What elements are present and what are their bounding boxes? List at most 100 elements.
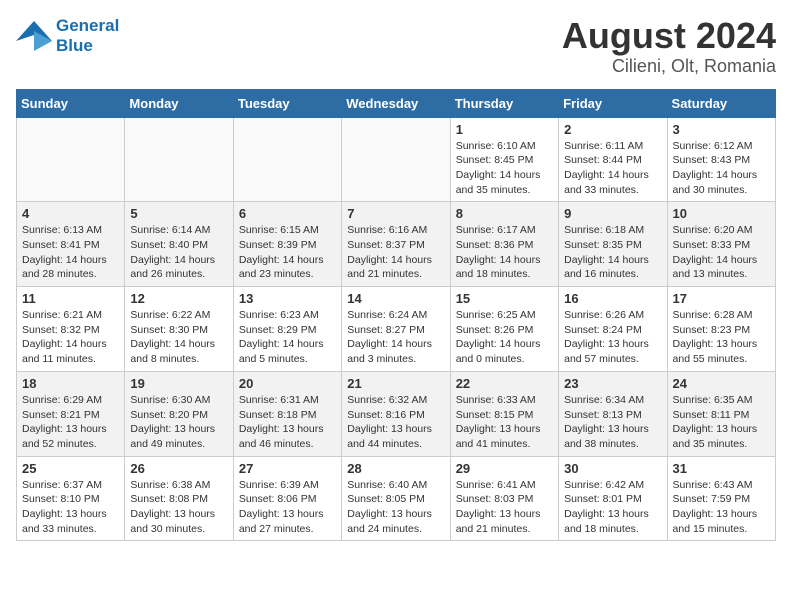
calendar-cell: 2 Sunrise: 6:11 AMSunset: 8:44 PMDaylight… (559, 117, 667, 202)
day-info: Sunrise: 6:24 AMSunset: 8:27 PMDaylight:… (347, 308, 444, 367)
week-row-1: 1 Sunrise: 6:10 AMSunset: 8:45 PMDaylight… (17, 117, 776, 202)
calendar-cell: 19 Sunrise: 6:30 AMSunset: 8:20 PMDayligh… (125, 371, 233, 456)
day-number: 11 (22, 291, 119, 306)
calendar-cell: 3 Sunrise: 6:12 AMSunset: 8:43 PMDaylight… (667, 117, 775, 202)
calendar-cell: 31 Sunrise: 6:43 AMSunset: 7:59 PMDayligh… (667, 456, 775, 541)
day-info: Sunrise: 6:37 AMSunset: 8:10 PMDaylight:… (22, 478, 119, 537)
calendar-cell: 5 Sunrise: 6:14 AMSunset: 8:40 PMDaylight… (125, 202, 233, 287)
title-block: August 2024 Cilieni, Olt, Romania (562, 16, 776, 77)
day-number: 9 (564, 206, 661, 221)
location-title: Cilieni, Olt, Romania (562, 56, 776, 77)
week-row-4: 18Sunrise: 6:29 AMSunset: 8:21 PMDayligh… (17, 371, 776, 456)
day-number: 29 (456, 461, 553, 476)
day-info: Sunrise: 6:15 AMSunset: 8:39 PMDaylight:… (239, 223, 336, 282)
weekday-header-monday: Monday (125, 89, 233, 117)
weekday-header-friday: Friday (559, 89, 667, 117)
calendar-cell: 7 Sunrise: 6:16 AMSunset: 8:37 PMDaylight… (342, 202, 450, 287)
calendar-cell: 15Sunrise: 6:25 AMSunset: 8:26 PMDayligh… (450, 287, 558, 372)
calendar-cell: 30 Sunrise: 6:42 AMSunset: 8:01 PMDayligh… (559, 456, 667, 541)
day-info: Sunrise: 6:18 AMSunset: 8:35 PMDaylight:… (564, 223, 661, 282)
day-number: 12 (130, 291, 227, 306)
calendar-cell: 21 Sunrise: 6:32 AMSunset: 8:16 PMDayligh… (342, 371, 450, 456)
day-info: Sunrise: 6:41 AMSunset: 8:03 PMDaylight:… (456, 478, 553, 537)
day-number: 3 (673, 122, 770, 137)
day-number: 10 (673, 206, 770, 221)
day-info: Sunrise: 6:17 AMSunset: 8:36 PMDaylight:… (456, 223, 553, 282)
weekday-header-wednesday: Wednesday (342, 89, 450, 117)
calendar-cell: 14Sunrise: 6:24 AMSunset: 8:27 PMDayligh… (342, 287, 450, 372)
week-row-5: 25 Sunrise: 6:37 AMSunset: 8:10 PMDayligh… (17, 456, 776, 541)
calendar-cell: 10 Sunrise: 6:20 AMSunset: 8:33 PMDayligh… (667, 202, 775, 287)
calendar-cell: 8 Sunrise: 6:17 AMSunset: 8:36 PMDaylight… (450, 202, 558, 287)
calendar-cell: 16Sunrise: 6:26 AMSunset: 8:24 PMDayligh… (559, 287, 667, 372)
day-number: 17 (673, 291, 770, 306)
day-info: Sunrise: 6:12 AMSunset: 8:43 PMDaylight:… (673, 139, 770, 198)
day-number: 5 (130, 206, 227, 221)
calendar-cell (233, 117, 341, 202)
weekday-header-row: SundayMondayTuesdayWednesdayThursdayFrid… (17, 89, 776, 117)
day-number: 2 (564, 122, 661, 137)
logo-text: General Blue (56, 16, 119, 56)
calendar-cell: 12 Sunrise: 6:22 AMSunset: 8:30 PMDayligh… (125, 287, 233, 372)
day-number: 8 (456, 206, 553, 221)
calendar-table: SundayMondayTuesdayWednesdayThursdayFrid… (16, 89, 776, 542)
day-number: 19 (130, 376, 227, 391)
calendar-cell: 1 Sunrise: 6:10 AMSunset: 8:45 PMDaylight… (450, 117, 558, 202)
page-header: General Blue August 2024 Cilieni, Olt, R… (16, 16, 776, 77)
day-info: Sunrise: 6:25 AMSunset: 8:26 PMDaylight:… (456, 308, 553, 367)
day-info: Sunrise: 6:20 AMSunset: 8:33 PMDaylight:… (673, 223, 770, 282)
day-info: Sunrise: 6:33 AMSunset: 8:15 PMDaylight:… (456, 393, 553, 452)
day-number: 31 (673, 461, 770, 476)
calendar-cell: 9 Sunrise: 6:18 AMSunset: 8:35 PMDaylight… (559, 202, 667, 287)
day-number: 26 (130, 461, 227, 476)
calendar-cell: 29 Sunrise: 6:41 AMSunset: 8:03 PMDayligh… (450, 456, 558, 541)
day-info: Sunrise: 6:29 AMSunset: 8:21 PMDaylight:… (22, 393, 119, 452)
calendar-cell: 20 Sunrise: 6:31 AMSunset: 8:18 PMDayligh… (233, 371, 341, 456)
weekday-header-sunday: Sunday (17, 89, 125, 117)
day-number: 21 (347, 376, 444, 391)
day-info: Sunrise: 6:42 AMSunset: 8:01 PMDaylight:… (564, 478, 661, 537)
calendar-cell: 26 Sunrise: 6:38 AMSunset: 8:08 PMDayligh… (125, 456, 233, 541)
calendar-cell: 18Sunrise: 6:29 AMSunset: 8:21 PMDayligh… (17, 371, 125, 456)
day-info: Sunrise: 6:26 AMSunset: 8:24 PMDaylight:… (564, 308, 661, 367)
day-info: Sunrise: 6:30 AMSunset: 8:20 PMDaylight:… (130, 393, 227, 452)
month-title: August 2024 (562, 16, 776, 56)
day-number: 22 (456, 376, 553, 391)
day-info: Sunrise: 6:39 AMSunset: 8:06 PMDaylight:… (239, 478, 336, 537)
day-number: 24 (673, 376, 770, 391)
day-number: 13 (239, 291, 336, 306)
day-info: Sunrise: 6:14 AMSunset: 8:40 PMDaylight:… (130, 223, 227, 282)
calendar-cell: 28Sunrise: 6:40 AMSunset: 8:05 PMDayligh… (342, 456, 450, 541)
day-info: Sunrise: 6:43 AMSunset: 7:59 PMDaylight:… (673, 478, 770, 537)
day-info: Sunrise: 6:16 AMSunset: 8:37 PMDaylight:… (347, 223, 444, 282)
day-info: Sunrise: 6:10 AMSunset: 8:45 PMDaylight:… (456, 139, 553, 198)
weekday-header-tuesday: Tuesday (233, 89, 341, 117)
day-info: Sunrise: 6:34 AMSunset: 8:13 PMDaylight:… (564, 393, 661, 452)
calendar-cell: 24 Sunrise: 6:35 AMSunset: 8:11 PMDayligh… (667, 371, 775, 456)
day-info: Sunrise: 6:23 AMSunset: 8:29 PMDaylight:… (239, 308, 336, 367)
day-info: Sunrise: 6:35 AMSunset: 8:11 PMDaylight:… (673, 393, 770, 452)
calendar-cell: 22 Sunrise: 6:33 AMSunset: 8:15 PMDayligh… (450, 371, 558, 456)
calendar-cell: 17Sunrise: 6:28 AMSunset: 8:23 PMDayligh… (667, 287, 775, 372)
calendar-cell: 23 Sunrise: 6:34 AMSunset: 8:13 PMDayligh… (559, 371, 667, 456)
calendar-cell (17, 117, 125, 202)
day-info: Sunrise: 6:22 AMSunset: 8:30 PMDaylight:… (130, 308, 227, 367)
day-number: 1 (456, 122, 553, 137)
calendar-cell: 27Sunrise: 6:39 AMSunset: 8:06 PMDayligh… (233, 456, 341, 541)
weekday-header-saturday: Saturday (667, 89, 775, 117)
calendar-cell: 13 Sunrise: 6:23 AMSunset: 8:29 PMDayligh… (233, 287, 341, 372)
weekday-header-thursday: Thursday (450, 89, 558, 117)
week-row-2: 4Sunrise: 6:13 AMSunset: 8:41 PMDaylight… (17, 202, 776, 287)
day-info: Sunrise: 6:32 AMSunset: 8:16 PMDaylight:… (347, 393, 444, 452)
day-info: Sunrise: 6:31 AMSunset: 8:18 PMDaylight:… (239, 393, 336, 452)
day-info: Sunrise: 6:38 AMSunset: 8:08 PMDaylight:… (130, 478, 227, 537)
day-number: 7 (347, 206, 444, 221)
logo: General Blue (16, 16, 119, 56)
day-number: 20 (239, 376, 336, 391)
day-number: 30 (564, 461, 661, 476)
day-number: 23 (564, 376, 661, 391)
day-number: 25 (22, 461, 119, 476)
day-info: Sunrise: 6:13 AMSunset: 8:41 PMDaylight:… (22, 223, 119, 282)
day-info: Sunrise: 6:11 AMSunset: 8:44 PMDaylight:… (564, 139, 661, 198)
day-number: 6 (239, 206, 336, 221)
